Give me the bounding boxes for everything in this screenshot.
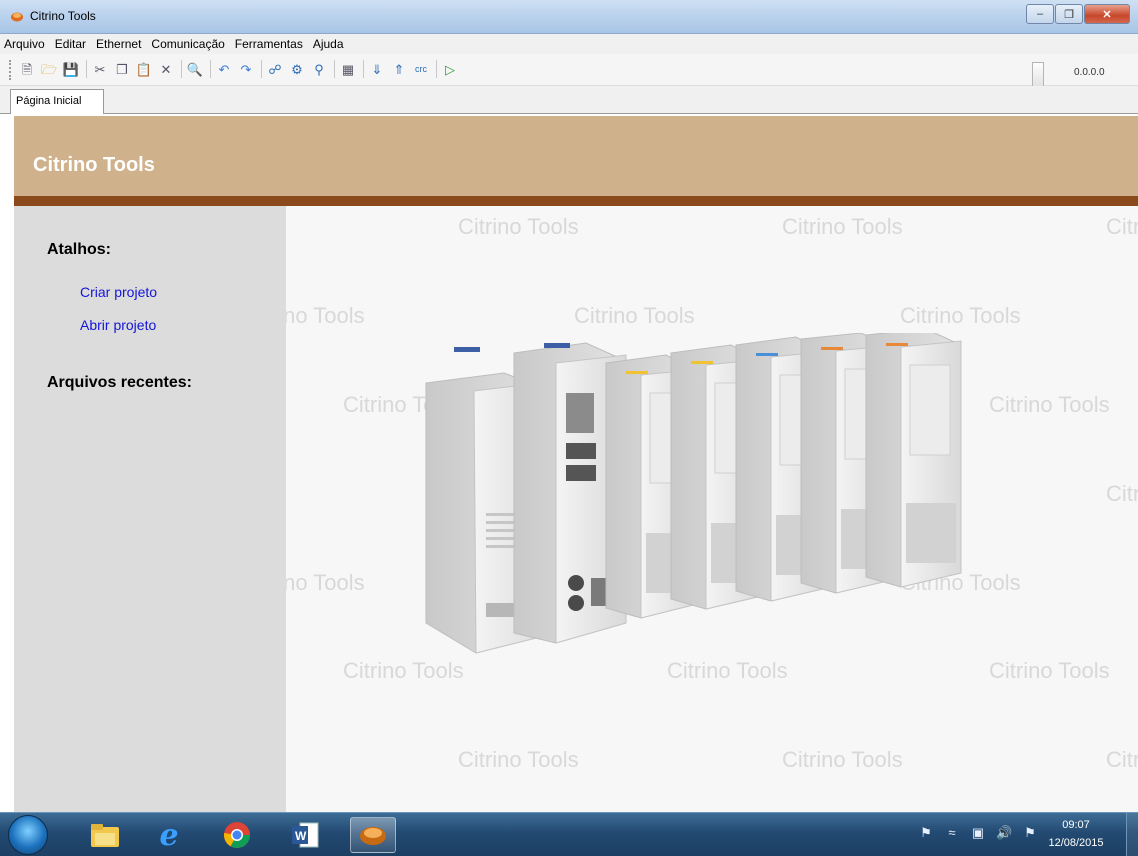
citrino-tools-icon <box>360 827 386 845</box>
maximize-button[interactable]: ❐ <box>1055 4 1083 24</box>
app-icon <box>11 12 23 22</box>
close-icon: ✕ <box>1102 8 1112 21</box>
menu-bar: Arquivo Editar Ethernet Comunicação Ferr… <box>0 34 1138 54</box>
display-icon[interactable]: ▣ <box>970 825 986 841</box>
sidebar: Atalhos: Criar projeto Abrir projeto Arq… <box>14 206 286 812</box>
toolbar-separator <box>86 60 87 78</box>
create-project-link[interactable]: Criar projeto <box>80 284 157 300</box>
toolbar-separator <box>210 60 211 78</box>
clock-time: 09:07 <box>1062 819 1090 831</box>
menu-ferramentas[interactable]: Ferramentas <box>235 37 303 51</box>
watermark-text: Citrino Tools <box>989 392 1110 417</box>
toolbar: 🗎 🗁 💾 ✂ ❐ 📋 ✕ 🔍 ↶ ↷ ☍ ⚙ ⚲ ▦ ⇓ ⇑ crc ▷ 0.… <box>0 54 1138 88</box>
menu-comunicacao[interactable]: Comunicação <box>151 37 224 51</box>
clock-date: 12/08/2015 <box>1048 837 1104 849</box>
toolbar-grip[interactable] <box>9 60 12 80</box>
watermark-text: Citrino Tools <box>782 747 903 772</box>
word-icon[interactable]: W <box>282 817 328 853</box>
title-bar[interactable]: Citrino Tools – ❐ ✕ <box>0 0 1138 34</box>
plc-modules-image <box>425 333 962 654</box>
find-icon[interactable]: 🔍 <box>186 60 204 78</box>
menu-ethernet[interactable]: Ethernet <box>96 37 141 51</box>
restore-icon: ❐ <box>1064 8 1074 21</box>
watermark-text: Citrino Tools <box>574 303 695 328</box>
watermark-text: Citrino Tools <box>1106 214 1138 239</box>
read-icon[interactable]: ⇓ <box>368 60 386 78</box>
toolbar-separator <box>261 60 262 78</box>
taskbar-clock[interactable]: 09:07 12/08/2015 <box>1040 816 1112 852</box>
action-center-flag-icon[interactable]: ⚑ <box>1022 825 1038 841</box>
watermark-text: Citrino Tools <box>1106 747 1138 772</box>
volume-icon[interactable]: 🔊 <box>996 825 1012 841</box>
minimize-button[interactable]: – <box>1026 4 1054 24</box>
content-area: Citrino Tools Citrino Tools Citrino Tool… <box>286 206 1138 812</box>
toolbar-separator <box>181 60 182 78</box>
show-desktop-button[interactable] <box>1126 813 1138 856</box>
shortcuts-heading: Atalhos: <box>47 241 111 258</box>
header-band: Citrino Tools <box>14 116 1138 196</box>
delete-icon[interactable]: ✕ <box>157 60 175 78</box>
chrome-icon[interactable] <box>214 817 260 853</box>
cut-icon[interactable]: ✂ <box>91 60 109 78</box>
ie-logo-icon: e <box>159 817 179 853</box>
paste-icon[interactable]: 📋 <box>135 60 153 78</box>
crc-icon[interactable]: crc <box>412 60 430 78</box>
wifi-icon[interactable]: ≈ <box>944 825 960 841</box>
open-project-link[interactable]: Abrir projeto <box>80 317 156 333</box>
toolbar-overflow-button[interactable] <box>1032 62 1044 88</box>
watermark-text: Citrino Tools <box>782 214 903 239</box>
internet-explorer-icon[interactable]: e <box>146 817 192 853</box>
io-module-5 <box>865 333 962 588</box>
word-logo-icon: W <box>292 822 319 848</box>
connect-icon[interactable]: ☍ <box>266 60 284 78</box>
tab-strip: Página Inicial <box>0 86 1138 115</box>
close-button[interactable]: ✕ <box>1084 4 1130 24</box>
network-icon[interactable]: ⚲ <box>310 60 328 78</box>
svg-text:W: W <box>295 829 307 843</box>
window-title: Citrino Tools <box>30 9 96 23</box>
watermark-text: Citrino Tools <box>900 303 1021 328</box>
taskbar: e W ⚑ ≈ ▣ 🔊 ⚑ 09:07 12/08/2015 <box>0 812 1138 856</box>
watermark-text: Citrino Tools <box>286 303 365 328</box>
minimize-icon: – <box>1036 8 1044 20</box>
start-orb-icon[interactable] <box>8 815 48 855</box>
ip-address-label: 0.0.0.0 <box>1074 67 1105 78</box>
menu-editar[interactable]: Editar <box>55 37 86 51</box>
run-icon[interactable]: ▷ <box>441 60 459 78</box>
file-explorer-icon[interactable] <box>82 817 128 853</box>
start-page: Citrino Tools Atalhos: Criar projeto Abr… <box>0 114 1138 812</box>
copy-icon[interactable]: ❐ <box>113 60 131 78</box>
watermark-text: Citrino Tools <box>989 658 1110 683</box>
page-title: Citrino Tools <box>33 154 155 176</box>
citrino-tools-taskbar-button[interactable] <box>350 817 396 853</box>
toolbar-separator <box>334 60 335 78</box>
tab-pagina-inicial[interactable]: Página Inicial <box>10 89 104 115</box>
undo-icon[interactable]: ↶ <box>215 60 233 78</box>
watermark-text: Citrino Tools <box>458 214 579 239</box>
header-stripe <box>14 196 1138 206</box>
save-icon[interactable]: 💾 <box>62 60 80 78</box>
redo-icon[interactable]: ↷ <box>237 60 255 78</box>
open-folder-icon[interactable]: 🗁 <box>40 60 58 78</box>
system-tray: ⚑ ≈ ▣ 🔊 ⚑ <box>918 825 1048 841</box>
menu-ajuda[interactable]: Ajuda <box>313 37 344 51</box>
menu-arquivo[interactable]: Arquivo <box>4 37 45 51</box>
watermark-text: Citrino Tools <box>458 747 579 772</box>
module-icon[interactable]: ▦ <box>339 60 357 78</box>
new-file-icon[interactable]: 🗎 <box>18 60 36 78</box>
toolbar-separator <box>436 60 437 78</box>
write-icon[interactable]: ⇑ <box>390 60 408 78</box>
folder-icon <box>91 824 119 847</box>
settings-icon[interactable]: ⚙ <box>288 60 306 78</box>
toolbar-separator <box>363 60 364 78</box>
network-status-icon[interactable]: ⚑ <box>918 825 934 841</box>
recent-files-heading: Arquivos recentes: <box>47 374 192 391</box>
watermark-text: Citrino Tools <box>1106 481 1138 506</box>
chrome-logo-icon <box>223 822 251 849</box>
watermark-text: Citrino Tools <box>286 570 365 595</box>
